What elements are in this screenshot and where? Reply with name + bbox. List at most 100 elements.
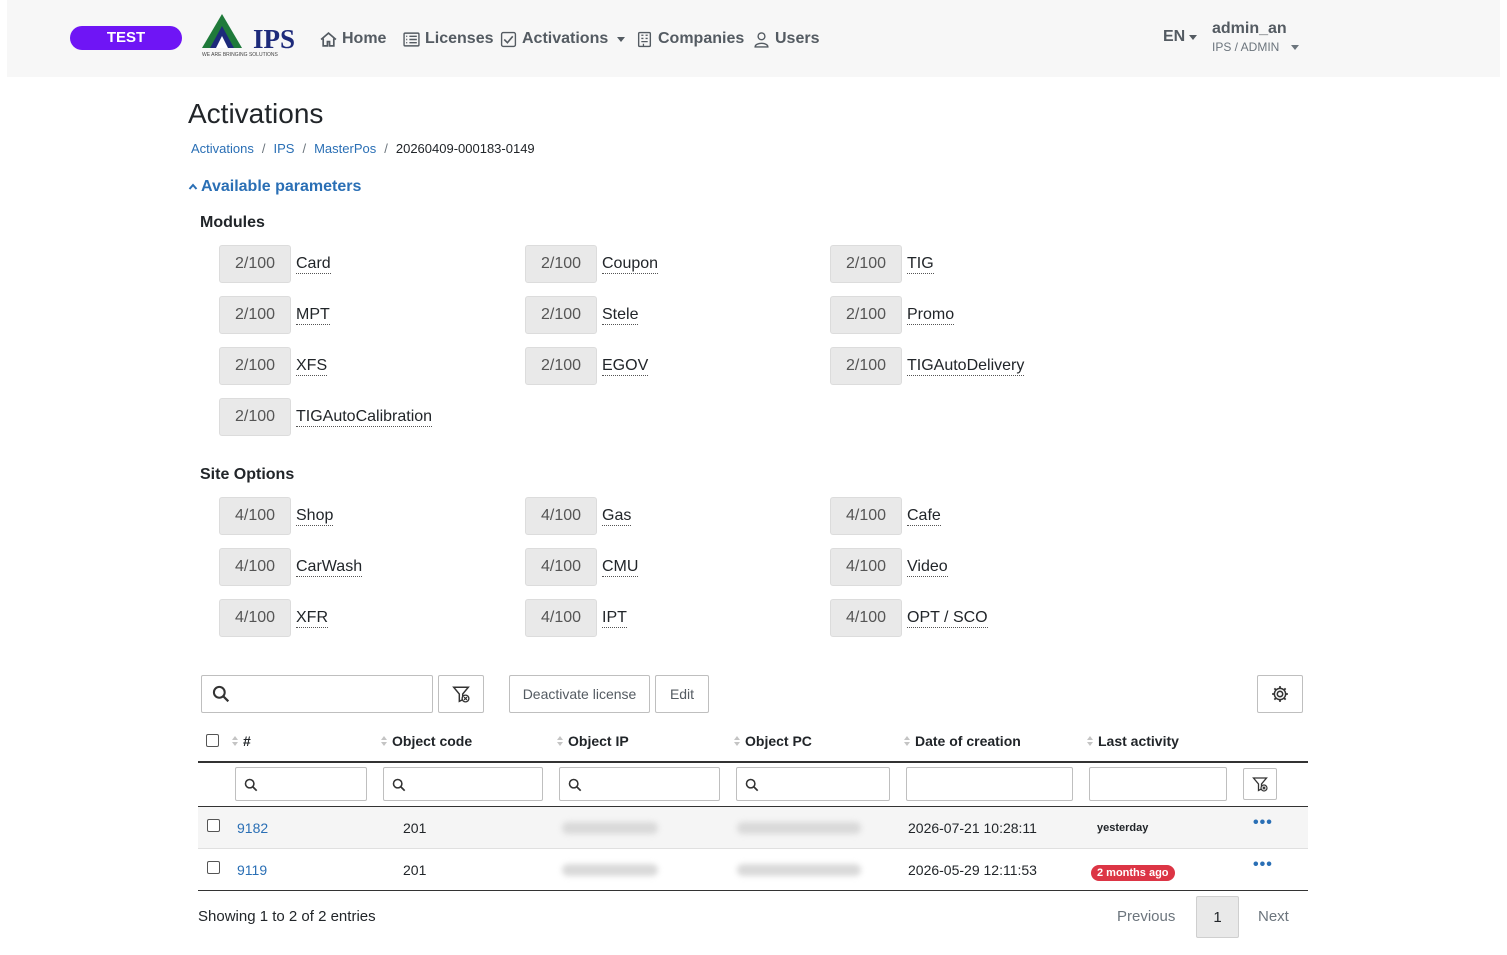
row-id-link[interactable]: 9182 (237, 820, 268, 836)
site-option-count: 4/100 (219, 599, 291, 637)
module-count: 2/100 (525, 245, 597, 283)
site-option-carwash: 4/100 CarWash (219, 548, 363, 586)
nav-users[interactable]: Users (753, 28, 819, 50)
module-card: 2/100 Card (219, 245, 331, 283)
column-header-label: Object IP (568, 733, 629, 749)
breadcrumb-separator: / (384, 141, 388, 156)
module-count: 2/100 (830, 296, 902, 334)
breadcrumb-masterpos[interactable]: MasterPos (314, 141, 376, 156)
filter-last-activity-input[interactable] (1089, 767, 1227, 801)
search-icon (392, 778, 406, 792)
nav-companies-label: Companies (658, 30, 745, 47)
search-icon (745, 778, 759, 792)
column-header-object-pc[interactable]: Object PC (734, 733, 812, 749)
filter-clear-icon (1252, 777, 1268, 792)
breadcrumb: Activations / IPS / MasterPos / 20260409… (191, 141, 535, 156)
search-icon (568, 778, 582, 792)
pagination-next[interactable]: Next (1258, 908, 1289, 925)
breadcrumb-current: 20260409-000183-0149 (395, 141, 535, 156)
column-header-label: # (243, 733, 251, 749)
site-option-name: Video (907, 557, 948, 577)
site-option-name: Shop (296, 506, 334, 526)
row-checkbox[interactable] (207, 861, 220, 874)
filter-date-input[interactable] (906, 767, 1073, 801)
nav-activations[interactable]: Activations (500, 28, 626, 50)
filter-object-code-input[interactable] (383, 767, 543, 801)
pagination-page-current[interactable]: 1 (1196, 896, 1239, 938)
nav-licenses[interactable]: Licenses (403, 28, 493, 50)
module-name: EGOV (602, 356, 649, 376)
module-name: MPT (296, 305, 330, 325)
column-header-object-code[interactable]: Object code (381, 733, 472, 749)
user-menu-role[interactable]: IPS / ADMIN (1212, 40, 1300, 54)
breadcrumb-separator: / (261, 141, 266, 156)
redacted-pc (737, 864, 861, 876)
nav-home[interactable]: Home (320, 28, 386, 50)
column-header-date-of-creation[interactable]: Date of creation (904, 733, 1021, 749)
list-icon (403, 31, 420, 47)
global-search-input[interactable] (201, 675, 433, 713)
row-actions-icon[interactable]: ••• (1253, 856, 1273, 874)
sort-icon (734, 736, 740, 746)
site-option-count: 4/100 (525, 548, 597, 586)
brand-logo[interactable]: IPS WE ARE BRINGING SOLUTIONS (200, 14, 300, 62)
module-count: 2/100 (525, 296, 597, 334)
chevron-down-icon (1291, 44, 1300, 50)
site-option-name: CMU (602, 557, 639, 577)
column-header-num[interactable]: # (232, 733, 251, 749)
filter-object-ip-input[interactable] (559, 767, 720, 801)
module-tig: 2/100 TIG (830, 245, 934, 283)
column-header-label: Last activity (1098, 733, 1179, 749)
module-count: 2/100 (219, 245, 291, 283)
column-header-object-ip[interactable]: Object IP (557, 733, 629, 749)
user-role-label: IPS / ADMIN (1212, 40, 1280, 54)
edit-button[interactable]: Edit (655, 675, 709, 713)
user-menu-name[interactable]: admin_an (1212, 20, 1287, 38)
site-option-count: 4/100 (525, 497, 597, 535)
table-settings-button[interactable] (1257, 675, 1303, 713)
redacted-ip (562, 822, 658, 834)
site-option-name: Gas (602, 506, 632, 526)
filter-num-input[interactable] (235, 767, 367, 801)
gear-icon (1272, 686, 1288, 702)
module-name: Stele (602, 305, 639, 325)
clear-filters-button[interactable] (438, 675, 484, 713)
row-checkbox[interactable] (207, 819, 220, 832)
available-parameters-toggle[interactable]: Available parameters (188, 178, 361, 196)
column-header-last-activity[interactable]: Last activity (1087, 733, 1179, 749)
site-option-cafe: 4/100 Cafe (830, 497, 941, 535)
deactivate-license-button[interactable]: Deactivate license (509, 675, 650, 713)
select-all-checkbox[interactable] (206, 734, 219, 747)
breadcrumb-ips[interactable]: IPS (274, 141, 295, 156)
site-option-count: 4/100 (830, 599, 902, 637)
brand-tagline: WE ARE BRINGING SOLUTIONS (202, 52, 278, 58)
check-square-icon (500, 31, 517, 47)
row-object-code: 201 (403, 862, 427, 878)
row-date-created: 2026-07-21 10:28:11 (908, 820, 1037, 836)
module-count: 2/100 (830, 347, 902, 385)
row-last-activity: yesterday (1097, 822, 1149, 834)
row-actions-icon[interactable]: ••• (1253, 814, 1273, 832)
site-option-count: 4/100 (830, 497, 902, 535)
module-count: 2/100 (525, 347, 597, 385)
site-option-name: XFR (296, 608, 328, 628)
language-selector[interactable]: EN (1163, 28, 1198, 46)
module-name: TIGAutoDelivery (907, 356, 1025, 376)
nav-activations-label: Activations (522, 30, 609, 47)
pagination-previous[interactable]: Previous (1117, 908, 1175, 925)
site-option-ipt: 4/100 IPT (525, 599, 627, 637)
module-count: 2/100 (219, 296, 291, 334)
nav-licenses-label: Licenses (425, 30, 494, 47)
nav-companies[interactable]: Companies (636, 28, 744, 50)
row-id-link[interactable]: 9119 (237, 862, 267, 878)
filter-row-clear-button[interactable] (1243, 768, 1277, 800)
site-options-heading: Site Options (200, 466, 295, 483)
column-header-label: Object code (392, 733, 473, 749)
module-mpt: 2/100 MPT (219, 296, 330, 334)
module-name: TIGAutoCalibration (296, 407, 433, 427)
breadcrumb-activations[interactable]: Activations (191, 141, 254, 156)
site-option-name: OPT / SCO (907, 608, 988, 628)
filter-object-pc-input[interactable] (736, 767, 890, 801)
sort-icon (904, 736, 910, 746)
building-icon (637, 31, 652, 47)
